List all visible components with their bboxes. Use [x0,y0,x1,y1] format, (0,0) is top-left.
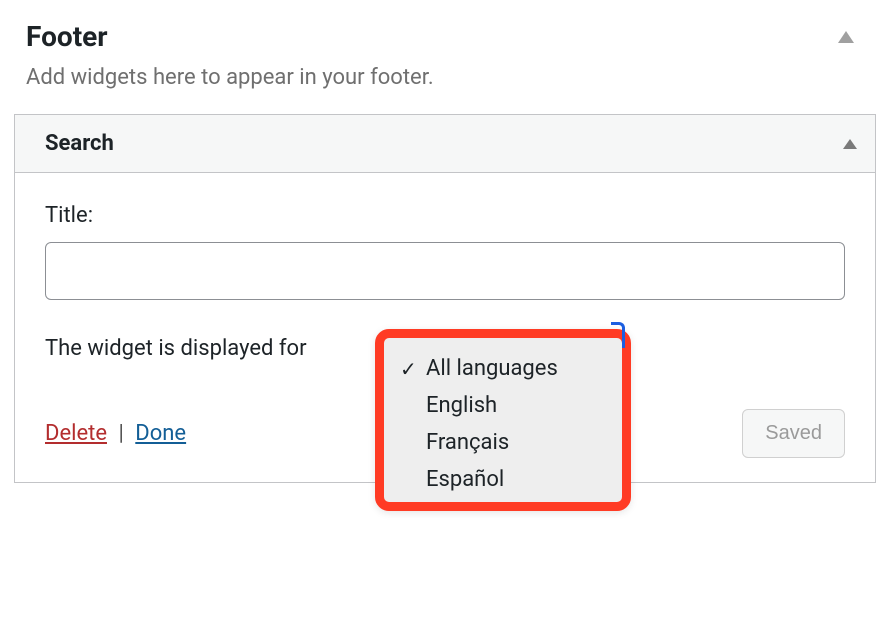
dropdown-caret-icon [611,322,625,348]
dropdown-item-english[interactable]: English [384,387,622,424]
collapse-icon [843,139,857,149]
title-input[interactable] [45,242,845,300]
title-label: Title: [45,203,845,228]
footer-section-title: Footer [26,20,108,53]
search-widget-body: Title: The widget is displayed for Delet… [15,173,875,482]
dropdown-item-espanol[interactable]: Español [384,461,622,498]
dropdown-item-label: All languages [426,356,558,381]
saved-button[interactable]: Saved [742,409,845,458]
language-dropdown-popup: ✓ All languages English Français Español [375,329,631,511]
dropdown-item-label: Español [426,467,504,492]
search-widget-panel: Search Title: The widget is displayed fo… [14,114,876,483]
dropdown-item-label: Français [426,430,509,455]
dropdown-item-francais[interactable]: Français [384,424,622,461]
search-widget-title: Search [45,131,114,156]
search-widget-header[interactable]: Search [15,115,875,173]
done-link[interactable]: Done [135,421,186,446]
left-actions: Delete | Done [45,421,186,446]
collapse-icon [838,31,854,43]
check-icon: ✓ [400,357,422,381]
dropdown-item-label: English [426,393,497,418]
footer-section-description: Add widgets here to appear in your foote… [12,65,878,114]
action-divider: | [118,421,123,446]
footer-section-header[interactable]: Footer [12,20,878,65]
dropdown-item-all-languages[interactable]: ✓ All languages [384,350,622,387]
delete-link[interactable]: Delete [45,421,107,446]
